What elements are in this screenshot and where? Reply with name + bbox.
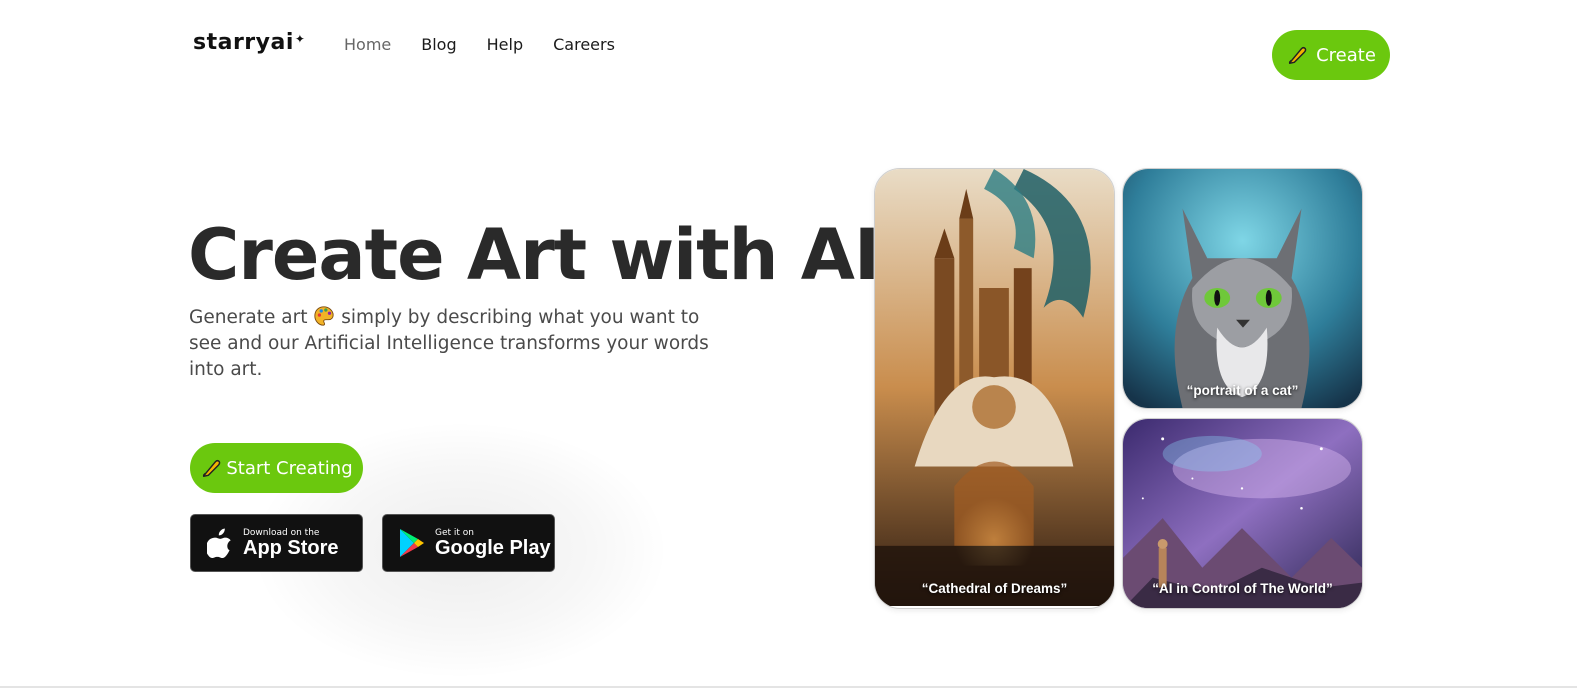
google-play-big: Google Play bbox=[435, 536, 551, 559]
create-button-label: Create bbox=[1316, 44, 1376, 66]
main-nav: Home Blog Help Careers bbox=[344, 35, 615, 54]
app-store-text: Download on the App Store bbox=[243, 528, 339, 559]
space-artwork bbox=[1123, 419, 1362, 608]
cathedral-artwork bbox=[875, 169, 1114, 607]
palette-icon bbox=[314, 306, 335, 326]
app-store-button[interactable]: Download on the App Store bbox=[190, 514, 363, 572]
cat-artwork bbox=[1123, 169, 1362, 408]
start-creating-button[interactable]: Start Creating bbox=[190, 443, 363, 493]
create-button[interactable]: Create bbox=[1272, 30, 1390, 80]
nav-careers[interactable]: Careers bbox=[553, 35, 615, 54]
gallery-card-space[interactable]: “AI in Control of The World” bbox=[1122, 418, 1363, 609]
nav-help[interactable]: Help bbox=[487, 35, 523, 54]
cat-caption: “portrait of a cat” bbox=[1186, 383, 1299, 398]
logo-star-icon: ✦ bbox=[294, 32, 306, 46]
google-play-text: Get it on Google Play bbox=[435, 528, 551, 559]
hero-subtitle: Generate art simply by describing what y… bbox=[189, 305, 729, 383]
google-play-button[interactable]: Get it on Google Play bbox=[382, 514, 555, 572]
space-caption: “AI in Control of The World” bbox=[1152, 581, 1333, 596]
pen-icon bbox=[203, 459, 221, 477]
google-play-small: Get it on bbox=[435, 527, 475, 538]
nav-blog[interactable]: Blog bbox=[421, 35, 456, 54]
nav-home[interactable]: Home bbox=[344, 35, 391, 54]
app-store-big: App Store bbox=[243, 536, 339, 559]
start-creating-label: Start Creating bbox=[226, 457, 353, 479]
gallery-card-cat[interactable]: “portrait of a cat” bbox=[1122, 168, 1363, 409]
apple-icon bbox=[207, 528, 231, 558]
cathedral-caption: “Cathedral of Dreams” bbox=[921, 581, 1068, 596]
logo-text: starryai bbox=[193, 30, 294, 55]
gallery-card-cathedral[interactable]: “Cathedral of Dreams” bbox=[874, 168, 1115, 609]
pen-icon bbox=[1289, 46, 1307, 64]
logo[interactable]: starryai✦ bbox=[193, 30, 305, 55]
hero-title: Create Art with AI bbox=[188, 214, 880, 296]
hero-subtitle-part1: Generate art bbox=[189, 307, 308, 328]
app-store-small: Download on the bbox=[243, 527, 320, 538]
google-play-icon bbox=[400, 529, 424, 557]
